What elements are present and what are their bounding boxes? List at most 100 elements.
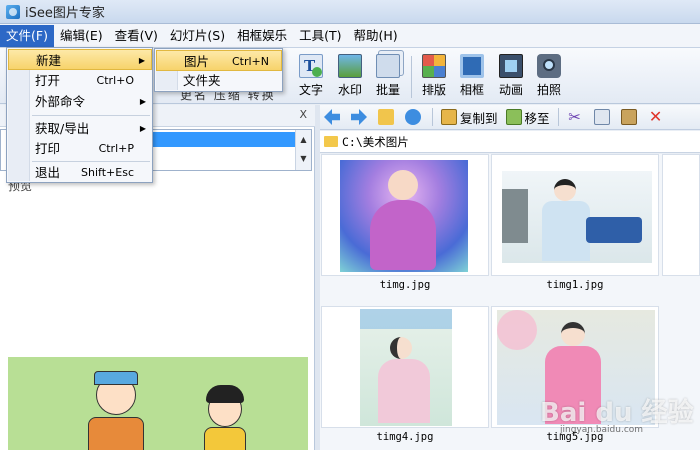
toolbar-separator xyxy=(432,108,433,126)
browser-toolbar: 复制到 移至 ✂ ✕ xyxy=(320,105,700,130)
capture-button[interactable]: 拍照 xyxy=(530,52,568,102)
thumbnail-frame xyxy=(491,154,659,276)
text-tool-icon: T xyxy=(299,54,323,78)
back-button[interactable] xyxy=(320,107,347,127)
layout-button-label: 排版 xyxy=(421,83,446,97)
copy-button[interactable] xyxy=(590,107,617,127)
preview-image xyxy=(8,357,308,450)
text-button-label: 文字 xyxy=(298,83,323,97)
menu-tools[interactable]: 工具(T) xyxy=(293,25,347,47)
toolbar-separator xyxy=(411,56,412,98)
thumbnail-filename: timg4.jpg xyxy=(376,431,434,443)
move-to-icon xyxy=(505,109,522,125)
watermark-button[interactable]: 水印 xyxy=(331,52,369,102)
submenu-arrow-icon: ▶ xyxy=(139,97,146,106)
panel-close-button[interactable]: X xyxy=(299,108,307,121)
menu-item-open-shortcut: Ctrl+O xyxy=(96,74,134,87)
folder-icon xyxy=(324,136,338,147)
menu-item-exit-shortcut: Shift+Esc xyxy=(81,166,134,179)
menu-item-new-image-shortcut: Ctrl+N xyxy=(231,55,269,68)
menu-item-new[interactable]: 新建 ▶ xyxy=(8,49,152,70)
capture-button-label: 拍照 xyxy=(536,83,561,97)
batch-icon xyxy=(376,54,400,78)
menu-item-exit[interactable]: 退出 Shift+Esc xyxy=(8,162,152,183)
film-icon xyxy=(499,54,523,78)
move-to-button[interactable]: 移至 xyxy=(502,107,554,127)
batch-button-label: 批量 xyxy=(375,83,400,97)
forward-button[interactable] xyxy=(347,107,374,127)
animation-button[interactable]: 动画 xyxy=(492,52,530,102)
menu-frame-fun[interactable]: 相框娱乐 xyxy=(231,25,293,47)
app-logo-icon xyxy=(6,4,20,19)
delete-button[interactable]: ✕ xyxy=(644,107,671,127)
watermark-icon xyxy=(338,54,362,78)
photo-frame-button-label: 相框 xyxy=(459,83,484,97)
paste-button[interactable] xyxy=(617,107,644,127)
menu-item-import-export[interactable]: 获取/导出 ▶ xyxy=(8,118,152,139)
cut-button[interactable]: ✂ xyxy=(563,107,590,127)
photo-frame-button[interactable]: 相框 xyxy=(453,52,491,102)
submenu-arrow-icon: ▶ xyxy=(139,124,146,133)
menu-item-print[interactable]: 打印 Ctrl+P xyxy=(8,138,152,159)
menu-item-print-shortcut: Ctrl+P xyxy=(98,142,134,155)
file-menu-dropdown: 新建 ▶ 打开 Ctrl+O 外部命令 ▶ 获取/导出 ▶ 打印 Ctrl+P … xyxy=(6,47,153,183)
menu-item-new-image-label: 图片 xyxy=(184,54,210,69)
toolbar-separator xyxy=(557,108,559,126)
menu-bar: 文件(F) 编辑(E) 查看(V) 幻灯片(S) 相框娱乐 工具(T) 帮助(H… xyxy=(0,24,700,48)
copy-to-label: 复制到 xyxy=(460,110,498,126)
menu-edit[interactable]: 编辑(E) xyxy=(54,25,109,47)
camera-icon xyxy=(537,54,561,78)
thumbnail-item[interactable]: timg4.jpg xyxy=(321,306,489,444)
menu-view[interactable]: 查看(V) xyxy=(109,25,164,47)
watermark-url: jingyan.baidu.com xyxy=(560,425,644,435)
refresh-icon xyxy=(405,109,421,125)
menu-file[interactable]: 文件(F) xyxy=(0,24,54,47)
thumbnail-filename: timg.jpg xyxy=(379,279,431,291)
paste-icon xyxy=(620,109,637,125)
cartoon-hat xyxy=(94,371,138,385)
scissors-icon: ✂ xyxy=(568,108,581,126)
cartoon-body xyxy=(88,417,144,450)
watermark-button-label: 水印 xyxy=(337,83,362,97)
submenu-arrow-icon: ▶ xyxy=(138,56,145,65)
menu-help[interactable]: 帮助(H) xyxy=(348,25,404,47)
menu-slideshow[interactable]: 幻灯片(S) xyxy=(164,25,231,47)
menu-item-new-folder[interactable]: 文件夹 xyxy=(156,70,282,91)
copy-to-icon xyxy=(441,109,457,125)
thumbnail-item[interactable]: timg1.jpg xyxy=(491,154,659,292)
layout-button[interactable]: 排版 xyxy=(415,52,453,102)
path-bar[interactable]: C:\美术图片 xyxy=(320,131,700,153)
folder-list-scrollbar[interactable]: ▲ ▼ xyxy=(295,130,311,170)
menu-item-new-folder-label: 文件夹 xyxy=(183,73,221,88)
menu-item-new-image[interactable]: 图片 Ctrl+N xyxy=(156,50,282,71)
new-submenu: 图片 Ctrl+N 文件夹 xyxy=(154,48,283,92)
text-button[interactable]: T 文字 xyxy=(292,52,330,102)
current-path: C:\美术图片 xyxy=(342,134,409,149)
menu-item-print-label: 打印 xyxy=(35,141,61,156)
menu-item-open[interactable]: 打开 Ctrl+O xyxy=(8,70,152,91)
menu-item-import-export-label: 获取/导出 xyxy=(35,121,90,136)
menu-item-exit-label: 退出 xyxy=(35,165,61,180)
up-folder-button[interactable] xyxy=(374,107,401,127)
partial-thumbnail[interactable] xyxy=(662,154,700,276)
thumbnail-frame xyxy=(321,306,489,428)
move-to-label: 移至 xyxy=(524,110,550,126)
animation-button-label: 动画 xyxy=(498,83,523,97)
menu-item-external-command[interactable]: 外部命令 ▶ xyxy=(8,91,152,112)
refresh-button[interactable] xyxy=(401,107,428,127)
copy-to-button[interactable]: 复制到 xyxy=(437,107,502,127)
selected-folder-row[interactable] xyxy=(149,132,295,147)
delete-x-icon: ✕ xyxy=(648,107,663,126)
thumbnail-item[interactable]: timg.jpg xyxy=(321,154,489,292)
thumbnail-image xyxy=(360,309,452,426)
cartoon-dress xyxy=(204,427,246,450)
copy-icon xyxy=(593,109,610,125)
batch-button[interactable]: 批量 xyxy=(369,52,407,102)
photo-frame-icon xyxy=(460,54,484,78)
back-arrow-icon xyxy=(324,109,340,125)
folder-up-icon xyxy=(378,109,394,125)
menu-separator xyxy=(32,115,150,116)
thumbnail-image xyxy=(502,171,652,263)
menu-item-open-label: 打开 xyxy=(35,73,61,88)
thumbnail-frame xyxy=(321,154,489,276)
